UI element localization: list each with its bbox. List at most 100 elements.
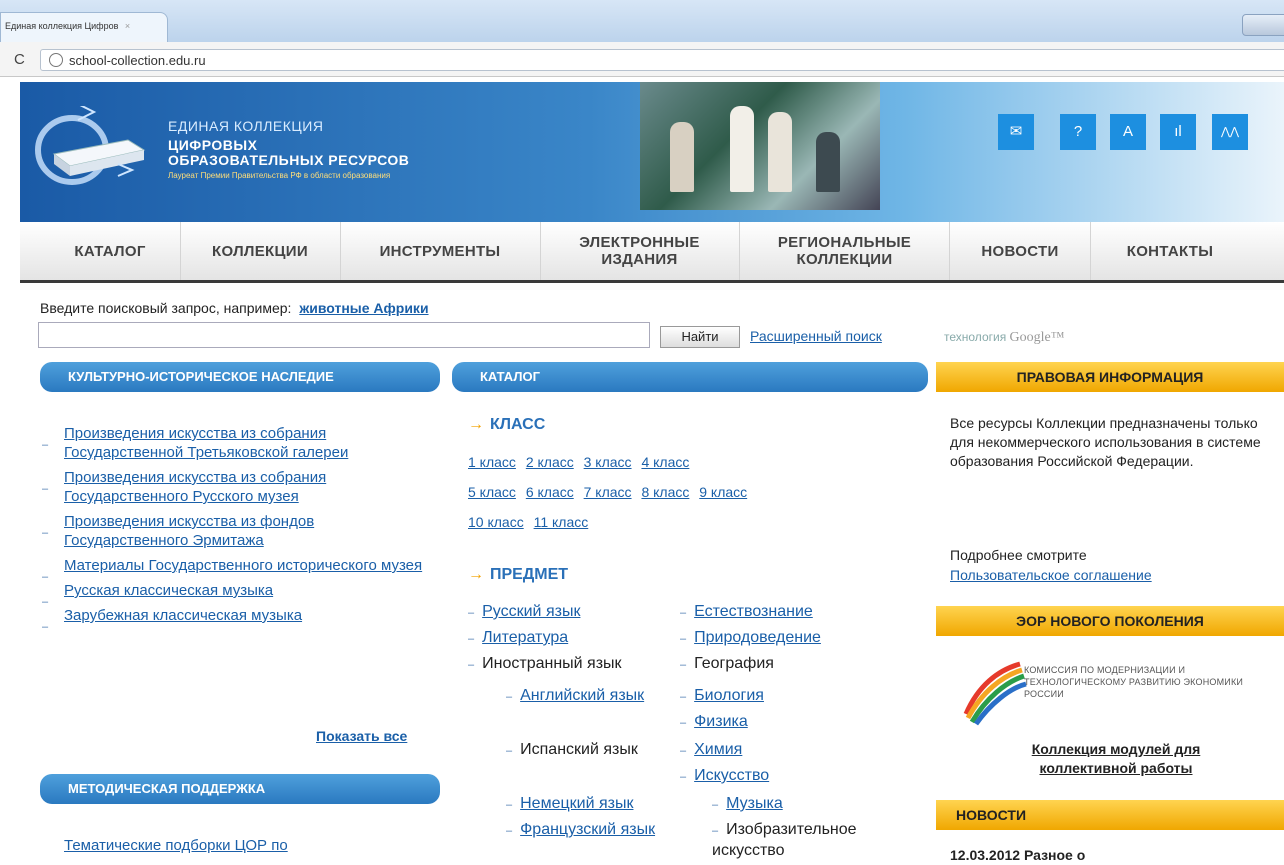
news-item[interactable]: 12.03.2012 Разное о [950, 846, 1280, 865]
grade-link[interactable]: 4 класс [641, 454, 689, 470]
language-link[interactable]: Английский язык [520, 687, 644, 704]
list-item[interactable]: Зарубежная классическая музыка [42, 606, 424, 637]
list-item[interactable]: Произведения искусства из собрания Госуд… [42, 468, 424, 506]
user-agreement-link[interactable]: Пользовательское соглашение [950, 566, 1152, 585]
url-field[interactable]: school-collection.edu.ru [40, 49, 1284, 71]
grade-link[interactable]: 5 класс [468, 484, 516, 500]
show-all-link[interactable]: Показать все [316, 728, 407, 744]
arrow-right-icon: → [468, 416, 484, 433]
subject-item: – География [680, 655, 774, 672]
subject-link[interactable]: Биология [694, 687, 764, 704]
methodology-heading[interactable]: МЕТОДИЧЕСКАЯ ПОДДЕРЖКА [40, 774, 440, 804]
nav-news[interactable]: НОВОСТИ [950, 222, 1091, 280]
subject-text[interactable]: География [694, 655, 774, 672]
grades-row: 5 класс 6 класс 7 класс 8 класс 9 класс [468, 484, 753, 500]
subject-link[interactable]: Физика [694, 713, 748, 730]
site-title-line1: ЕДИНАЯ КОЛЛЕКЦИЯ [168, 118, 324, 134]
methodology-link[interactable]: Тематические подборки ЦОР по [64, 837, 288, 854]
art-item: – Музыка [712, 795, 783, 812]
nav-e-publications[interactable]: ЭЛЕКТРОННЫЕ ИЗДАНИЯ [540, 222, 740, 280]
subject-link[interactable]: Искусство [694, 767, 769, 784]
subject-item: – Биология [680, 687, 764, 704]
heritage-link[interactable]: Произведения искусства из фондов Государ… [64, 513, 314, 549]
grade-link[interactable]: 3 класс [584, 454, 632, 470]
subject-link[interactable]: Литература [482, 629, 568, 646]
subject-label: → ПРЕДМЕТ [468, 566, 569, 583]
search-example-link[interactable]: животные Африки [299, 300, 428, 316]
subject-item: – Иностранный язык [468, 655, 622, 672]
heritage-link[interactable]: Русская классическая музыка [64, 582, 273, 599]
browser-tab-bar: Единая коллекция Цифров × [0, 0, 1284, 42]
subject-link[interactable]: Природоведение [694, 629, 821, 646]
art-text[interactable]: Изобразительное искусство [712, 821, 857, 859]
subject-item: – Естествознание [680, 603, 813, 620]
legal-text: Все ресурсы Коллекции предназначены толь… [950, 415, 1261, 469]
heritage-link[interactable]: Произведения искусства из собрания Госуд… [64, 425, 348, 461]
nav-contacts[interactable]: КОНТАКТЫ [1090, 222, 1250, 280]
grade-link[interactable]: 2 класс [526, 454, 574, 470]
art-link[interactable]: Музыка [726, 795, 783, 812]
close-tab-icon[interactable]: × [125, 21, 130, 31]
language-link[interactable]: Немецкий язык [520, 795, 633, 812]
arrow-right-icon: → [468, 566, 484, 583]
nav-catalog[interactable]: КАТАЛОГ [40, 222, 181, 280]
stats-icon[interactable]: ıl [1160, 114, 1196, 150]
grade-link[interactable]: 9 класс [699, 484, 747, 500]
list-item[interactable]: Материалы Государственного исторического… [42, 556, 424, 587]
subject-item: – Химия [680, 741, 743, 758]
grade-link[interactable]: 11 класс [534, 514, 589, 530]
nav-regional-collections[interactable]: РЕГИОНАЛЬНЫЕ КОЛЛЕКЦИИ [740, 222, 950, 280]
search-input[interactable] [38, 322, 650, 348]
window-controls[interactable] [1242, 14, 1284, 36]
font-size-icon[interactable]: A [1110, 114, 1146, 150]
sitemap-icon[interactable]: ⋀⋀ [1212, 114, 1248, 150]
grade-link[interactable]: 6 класс [526, 484, 574, 500]
header-photo [640, 82, 880, 210]
language-item: – Английский язык [506, 687, 645, 704]
heritage-link[interactable]: Произведения искусства из собрания Госуд… [64, 469, 326, 505]
help-icon[interactable]: ? [1060, 114, 1096, 150]
class-label: → КЛАСС [468, 416, 546, 433]
list-item[interactable]: Произведения искусства из собрания Госуд… [42, 424, 424, 462]
subject-item: – Литература [468, 629, 569, 646]
main-nav: КАТАЛОГ КОЛЛЕКЦИИ ИНСТРУМЕНТЫ ЭЛЕКТРОННЫ… [20, 222, 1284, 283]
list-item[interactable]: Русская классическая музыка [42, 581, 424, 612]
advanced-search-link[interactable]: Расширенный поиск [750, 328, 882, 344]
site-header: ЕДИНАЯ КОЛЛЕКЦИЯ ЦИФРОВЫХ ОБРАЗОВАТЕЛЬНЫ… [20, 82, 1284, 222]
language-text[interactable]: Испанский язык [520, 741, 638, 758]
heritage-heading[interactable]: КУЛЬТУРНО-ИСТОРИЧЕСКОЕ НАСЛЕДИЕ [40, 362, 440, 392]
browser-tab[interactable]: Единая коллекция Цифров × [0, 12, 168, 42]
nav-collections[interactable]: КОЛЛЕКЦИИ [180, 222, 341, 280]
site-title[interactable]: ЕДИНАЯ КОЛЛЕКЦИЯ ЦИФРОВЫХ ОБРАЗОВАТЕЛЬНЫ… [168, 118, 409, 180]
site-title-line2: ЦИФРОВЫХ [168, 137, 258, 153]
heritage-link[interactable]: Зарубежная классическая музыка [64, 607, 302, 624]
grades-row: 1 класс 2 класс 3 класс 4 класс [468, 454, 695, 470]
logo-icon[interactable] [32, 106, 150, 186]
grade-link[interactable]: 8 класс [641, 484, 689, 500]
legal-more-text: Подробнее смотрите [950, 547, 1087, 563]
search-button[interactable]: Найти [660, 326, 740, 348]
language-item: – Испанский язык [506, 741, 638, 758]
subject-link[interactable]: Естествознание [694, 603, 813, 620]
site-tagline: Лауреат Премии Правительства РФ в област… [168, 171, 391, 180]
list-item[interactable]: Произведения искусства из фондов Государ… [42, 512, 424, 550]
subject-text[interactable]: Иностранный язык [482, 655, 621, 672]
grade-link[interactable]: 10 класс [468, 514, 524, 530]
google-tech-label: технология Google™ [944, 330, 1064, 346]
heritage-link[interactable]: Материалы Государственного исторического… [64, 557, 422, 574]
catalog-heading[interactable]: КАТАЛОГ [452, 362, 928, 392]
nav-tools[interactable]: ИНСТРУМЕНТЫ [340, 222, 541, 280]
mail-icon[interactable]: ✉ [998, 114, 1034, 150]
grade-link[interactable]: 7 класс [584, 484, 632, 500]
grade-link[interactable]: 1 класс [468, 454, 516, 470]
subject-link[interactable]: Химия [694, 741, 742, 758]
search-hint: Введите поисковый запрос, например: живо… [40, 300, 429, 316]
reload-icon[interactable]: C [14, 51, 25, 68]
news-heading: НОВОСТИ [936, 800, 1284, 830]
language-item: – Немецкий язык [506, 795, 634, 812]
modules-collection-link[interactable]: Коллекция модулей для коллективной работ… [986, 740, 1246, 778]
google-brand: Google™ [1009, 330, 1065, 345]
subject-link[interactable]: Русский язык [482, 603, 580, 620]
language-link[interactable]: Французский язык [520, 821, 655, 838]
search-hint-text: Введите поисковый запрос, например: [40, 300, 292, 316]
